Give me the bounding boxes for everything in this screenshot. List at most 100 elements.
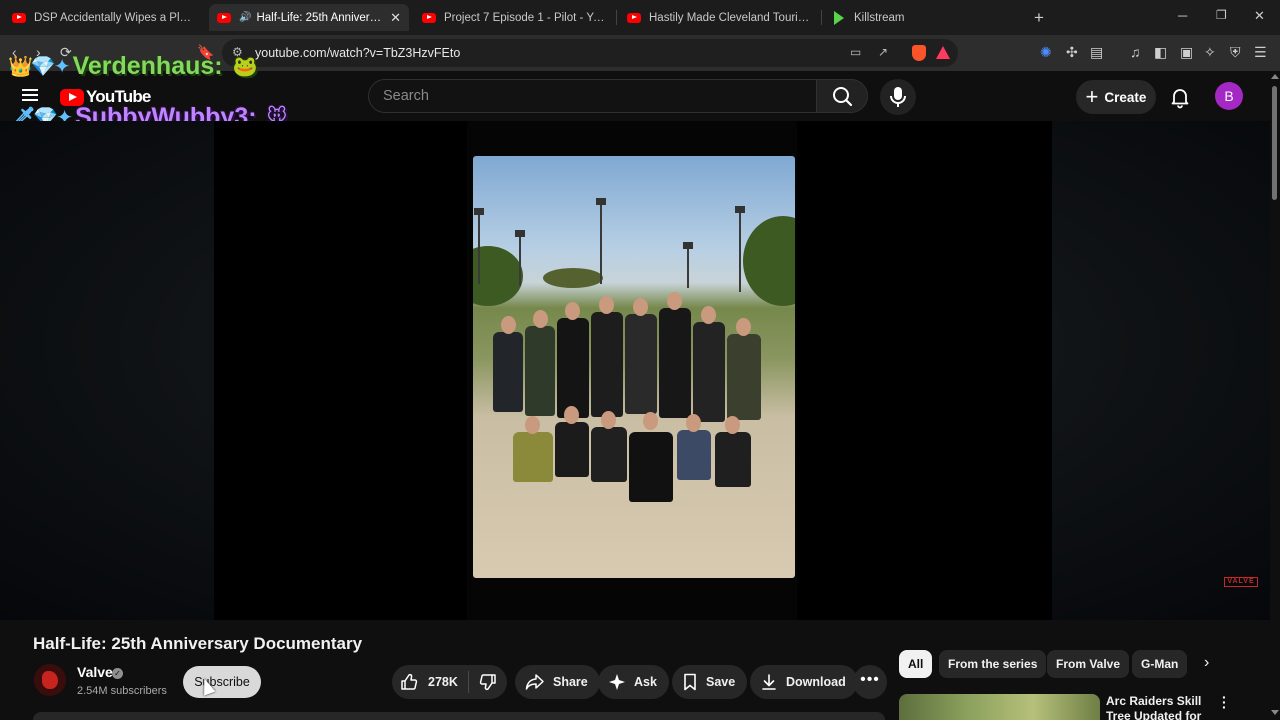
light-pole bbox=[596, 198, 606, 284]
account-avatar[interactable]: B bbox=[1215, 82, 1243, 110]
media-icon[interactable]: ♫ bbox=[1130, 44, 1141, 60]
brave-shields-icon[interactable] bbox=[912, 45, 926, 61]
search-button[interactable] bbox=[816, 79, 868, 113]
tab-title: Killstream bbox=[854, 11, 905, 24]
speaker-icon[interactable]: 🔊 bbox=[239, 12, 251, 23]
person-head bbox=[686, 414, 701, 432]
subscribe-button[interactable]: Subscribe bbox=[183, 666, 261, 698]
subscriber-count: 2.54M subscribers bbox=[77, 685, 167, 697]
recommended-video-title[interactable]: Arc Raiders Skill Tree Updated for bbox=[1106, 694, 1218, 720]
frog-emote-icon: 🐸 bbox=[232, 56, 258, 78]
ask-button[interactable]: Ask bbox=[598, 665, 669, 699]
notifications-button[interactable] bbox=[1168, 85, 1192, 114]
vpn-icon[interactable]: ✺ bbox=[1040, 44, 1052, 61]
group-of-people bbox=[493, 282, 775, 522]
person-head bbox=[599, 296, 614, 314]
hamburger-menu-icon[interactable] bbox=[22, 89, 38, 101]
channel-avatar[interactable] bbox=[34, 664, 66, 696]
channel-name[interactable]: Valve bbox=[77, 664, 113, 680]
kebab-menu-icon[interactable]: · · · bbox=[1222, 690, 1227, 714]
tab-project-7[interactable]: Project 7 Episode 1 - Pilot - YouTube bbox=[414, 4, 614, 31]
wallet-icon[interactable]: ▣ bbox=[1180, 44, 1193, 61]
download-button[interactable]: Download bbox=[750, 665, 858, 699]
person bbox=[629, 432, 673, 502]
microphone-icon bbox=[890, 87, 906, 107]
sidebar-toggle-icon[interactable]: ◧ bbox=[1154, 44, 1167, 61]
like-button[interactable]: 278K bbox=[392, 665, 468, 699]
chat-username: Verdenhaus: bbox=[72, 52, 223, 80]
person-head bbox=[564, 406, 579, 424]
person-head bbox=[725, 416, 740, 434]
thumbs-up-icon bbox=[401, 673, 418, 690]
cast-icon[interactable]: ▭ bbox=[850, 45, 861, 59]
chat-badges-icon: 👑💎✦ bbox=[8, 56, 71, 78]
tab-half-life[interactable]: 🔊 Half-Life: 25th Anniversary Do ✕ bbox=[209, 4, 409, 31]
shield-icon[interactable]: ⛨ bbox=[1230, 44, 1241, 61]
person-head bbox=[633, 298, 648, 316]
chip-from-the-series[interactable]: From the series bbox=[939, 650, 1047, 678]
video-title: Half-Life: 25th Anniversary Documentary bbox=[33, 634, 363, 653]
person bbox=[625, 314, 657, 414]
tab-dsp[interactable]: DSP Accidentally Wipes a Player... an bbox=[4, 4, 204, 31]
tab-title: Half-Life: 25th Anniversary Do bbox=[256, 11, 382, 24]
scrollbar-thumb[interactable] bbox=[1272, 86, 1277, 200]
chip-from-valve[interactable]: From Valve bbox=[1047, 650, 1130, 678]
video-player[interactable]: VALVE bbox=[0, 121, 1280, 620]
save-button[interactable]: Save bbox=[672, 665, 748, 699]
thumbs-down-icon bbox=[479, 674, 496, 691]
close-tab-icon[interactable]: ✕ bbox=[390, 10, 401, 26]
create-button[interactable]: + Create bbox=[1076, 80, 1156, 114]
share-page-icon[interactable]: ↗ bbox=[878, 45, 888, 59]
light-pole bbox=[515, 230, 525, 286]
extensions-icon[interactable]: ✣ bbox=[1066, 44, 1078, 61]
person-head bbox=[525, 416, 540, 434]
youtube-icon bbox=[12, 12, 26, 23]
description-box[interactable] bbox=[33, 712, 885, 720]
url-text: youtube.com/watch?v=TbZ3HzvFEto bbox=[255, 46, 461, 60]
restore-icon[interactable]: ❐ bbox=[1216, 8, 1227, 22]
chip-g-man[interactable]: G-Man bbox=[1132, 650, 1188, 678]
person-head bbox=[701, 306, 716, 324]
dislike-button[interactable] bbox=[469, 665, 507, 699]
search-icon bbox=[833, 87, 853, 107]
download-icon bbox=[762, 674, 776, 690]
search-input[interactable] bbox=[383, 80, 803, 112]
youtube-icon bbox=[217, 12, 231, 23]
minimize-icon[interactable]: ─ bbox=[1178, 8, 1187, 23]
scroll-down-icon[interactable] bbox=[1271, 710, 1279, 715]
rumble-icon bbox=[832, 10, 846, 25]
scroll-up-icon[interactable] bbox=[1271, 74, 1279, 79]
chevron-right-icon[interactable]: › bbox=[1204, 654, 1209, 672]
person-head bbox=[533, 310, 548, 328]
person bbox=[659, 308, 691, 418]
bookmark-save-icon bbox=[684, 673, 696, 691]
share-icon bbox=[525, 674, 544, 690]
person bbox=[591, 427, 627, 482]
address-bar[interactable]: ⚙ youtube.com/watch?v=TbZ3HzvFEto ▭ ↗ bbox=[222, 39, 958, 67]
browser-tab-bar: DSP Accidentally Wipes a Player... an 🔊 … bbox=[0, 0, 1280, 35]
tab-divider bbox=[616, 10, 617, 25]
bell-icon bbox=[1171, 89, 1189, 109]
brave-rewards-icon[interactable] bbox=[936, 46, 950, 59]
share-button[interactable]: Share bbox=[515, 665, 600, 699]
new-tab-icon[interactable]: + bbox=[1034, 8, 1044, 28]
tab-title: Project 7 Episode 1 - Pilot - YouTube bbox=[444, 11, 606, 24]
reader-icon[interactable]: ▤ bbox=[1090, 44, 1103, 61]
leo-ai-icon[interactable]: ✧ bbox=[1204, 44, 1216, 61]
tab-cleveland[interactable]: Hastily Made Cleveland Tourism Vide bbox=[619, 4, 819, 31]
voice-search-button[interactable] bbox=[880, 79, 916, 115]
close-window-icon[interactable]: ✕ bbox=[1254, 8, 1265, 24]
recommended-video-thumbnail[interactable] bbox=[899, 694, 1100, 720]
share-label: Share bbox=[553, 675, 588, 689]
chip-all[interactable]: All bbox=[899, 650, 933, 678]
person-head bbox=[601, 411, 616, 429]
person-head bbox=[501, 316, 516, 334]
menu-icon[interactable]: ☰ bbox=[1254, 44, 1267, 61]
tab-title: DSP Accidentally Wipes a Player... an bbox=[34, 11, 196, 24]
more-actions-icon[interactable]: ••• bbox=[853, 665, 887, 699]
person bbox=[525, 326, 555, 416]
person-head bbox=[667, 292, 682, 310]
person-head bbox=[565, 302, 580, 320]
tab-killstream[interactable]: Killstream bbox=[824, 4, 1024, 31]
team-photo bbox=[473, 156, 795, 578]
